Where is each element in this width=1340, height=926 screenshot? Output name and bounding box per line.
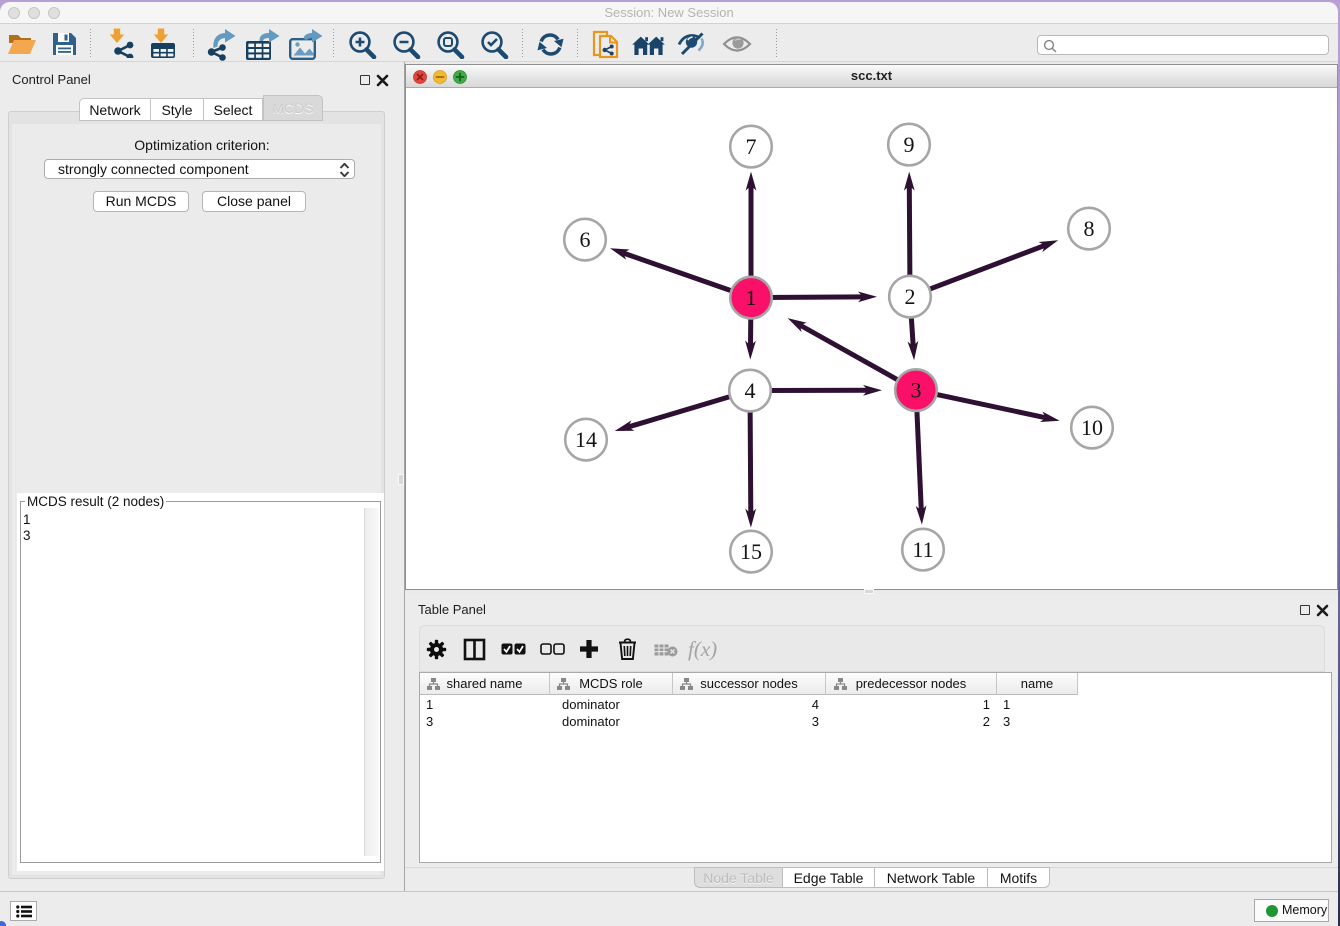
svg-text:2: 2 xyxy=(905,284,916,309)
svg-text:7: 7 xyxy=(746,134,757,159)
svg-text:15: 15 xyxy=(740,539,762,564)
svg-text:4: 4 xyxy=(745,378,756,403)
svg-text:14: 14 xyxy=(575,427,597,452)
svg-text:3: 3 xyxy=(911,378,922,403)
svg-text:1: 1 xyxy=(746,285,757,310)
svg-text:8: 8 xyxy=(1084,216,1095,241)
svg-text:9: 9 xyxy=(904,132,915,157)
svg-text:6: 6 xyxy=(580,227,591,252)
svg-text:10: 10 xyxy=(1081,415,1103,440)
svg-text:11: 11 xyxy=(912,537,933,562)
